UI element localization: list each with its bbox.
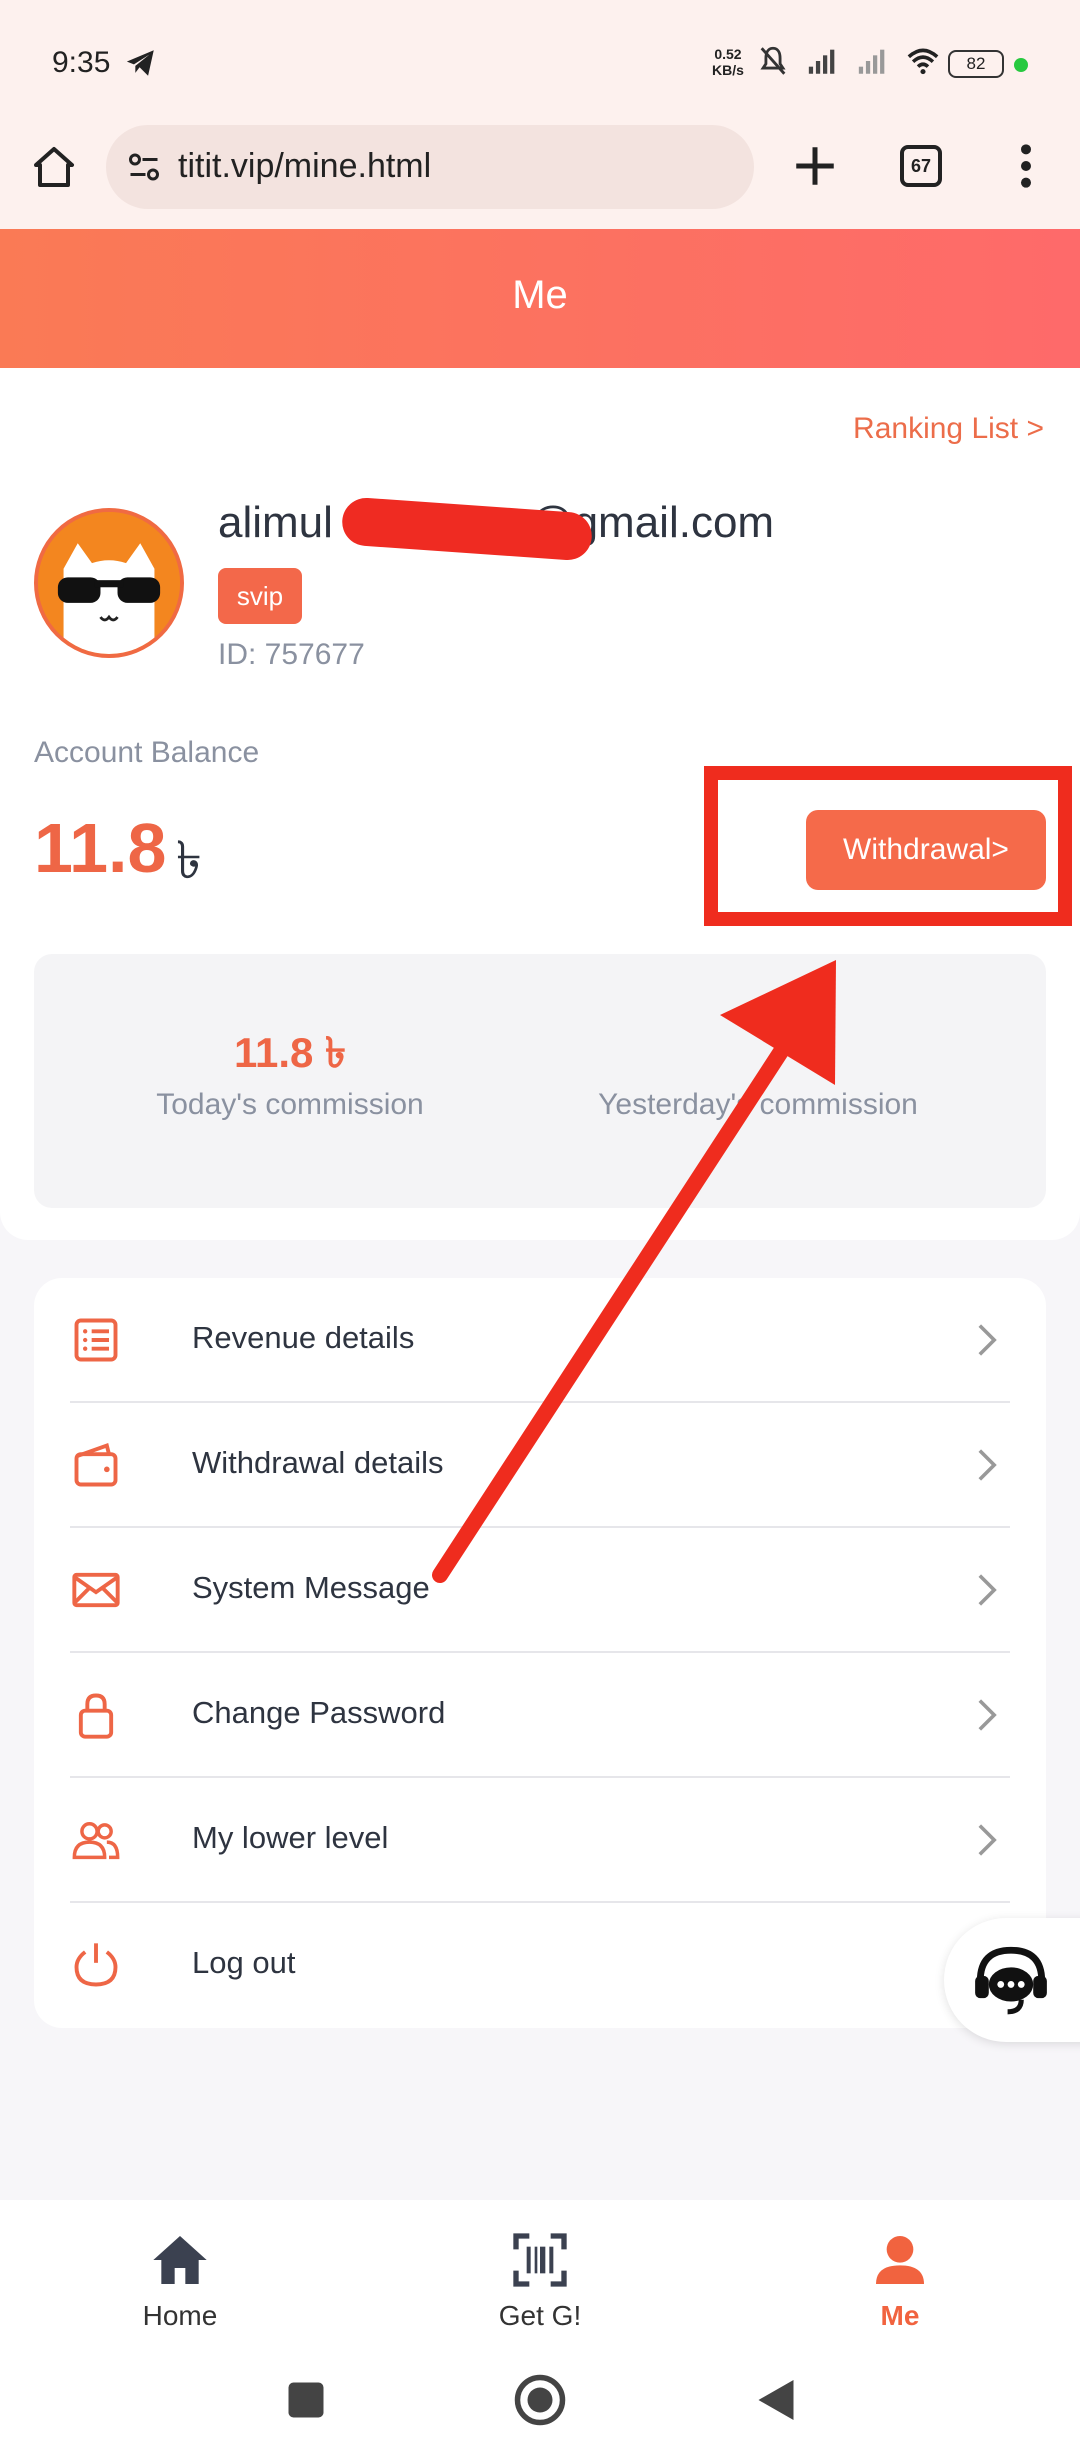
nav-label: Me bbox=[880, 2300, 920, 2331]
wallet-icon bbox=[74, 1442, 118, 1487]
user-id: ID: 757677 bbox=[218, 638, 365, 671]
today-commission-value: 11.8 ৳ bbox=[233, 1029, 346, 1076]
system-home-icon[interactable] bbox=[510, 2370, 570, 2430]
system-navigation-bar bbox=[0, 2340, 1080, 2460]
yesterday-commission: Yesterday's commission bbox=[518, 1020, 998, 1122]
signal-icon bbox=[808, 49, 835, 74]
mute-icon bbox=[760, 46, 786, 75]
users-icon bbox=[72, 1822, 120, 1860]
menu-item-label: Revenue details bbox=[192, 1320, 415, 1355]
menu-item-change-password[interactable]: Change Password bbox=[70, 1653, 1010, 1778]
person-icon bbox=[876, 2236, 924, 2284]
menu-item-label: Log out bbox=[192, 1945, 296, 1980]
status-time: 9:35 bbox=[52, 46, 111, 79]
menu-item-label: My lower level bbox=[192, 1820, 389, 1855]
menu-item-log-out[interactable]: Log out bbox=[70, 1903, 1010, 2028]
nav-home[interactable]: Home bbox=[80, 2228, 280, 2332]
status-bar: 9:35 0.52 KB/s 82 bbox=[0, 0, 1080, 125]
telegram-icon bbox=[126, 50, 154, 76]
mail-icon bbox=[72, 1572, 120, 1608]
yesterday-commission-label: Yesterday's commission bbox=[598, 1088, 918, 1121]
withdrawal-button[interactable]: Withdrawal> bbox=[806, 810, 1046, 890]
cat-avatar-icon bbox=[38, 512, 180, 654]
page-title: Me bbox=[512, 273, 568, 317]
recent-apps-icon[interactable] bbox=[276, 2370, 336, 2430]
menu-item-withdrawal-details[interactable]: Withdrawal details bbox=[70, 1403, 1010, 1528]
scan-icon bbox=[513, 2233, 567, 2287]
avatar[interactable] bbox=[34, 508, 184, 658]
chevron-right-icon bbox=[978, 1449, 997, 1481]
chevron-right-icon bbox=[978, 1824, 997, 1856]
menu-item-label: Change Password bbox=[192, 1695, 446, 1730]
chevron-right-icon bbox=[978, 1699, 997, 1731]
balance-currency: ৳ bbox=[176, 832, 202, 890]
url-text[interactable]: titit.vip/mine.html bbox=[178, 147, 431, 186]
browser-toolbar: titit.vip/mine.html 67 bbox=[0, 125, 1080, 229]
nav-me[interactable]: Me bbox=[800, 2228, 1000, 2332]
network-speed: 0.52 KB/s bbox=[712, 46, 744, 78]
profile-card: Ranking List > alimul @gmail.com svip ID:… bbox=[0, 368, 1080, 1240]
menu-item-my-lower-level[interactable]: My lower level bbox=[70, 1778, 1010, 1903]
commission-summary: 11.8 ৳ Today's commission Yesterday's co… bbox=[34, 954, 1046, 1208]
site-settings-icon[interactable] bbox=[126, 149, 162, 185]
menu-item-system-message[interactable]: System Message bbox=[70, 1528, 1010, 1653]
menu-item-revenue-details[interactable]: Revenue details bbox=[70, 1278, 1010, 1403]
address-bar[interactable]: titit.vip/mine.html bbox=[106, 125, 754, 209]
today-commission-label: Today's commission bbox=[156, 1088, 424, 1121]
charging-dot bbox=[1014, 58, 1028, 72]
back-icon[interactable] bbox=[746, 2370, 806, 2430]
today-commission: 11.8 ৳ Today's commission bbox=[50, 1020, 530, 1122]
page-header: Me bbox=[0, 229, 1080, 368]
lock-icon bbox=[78, 1693, 114, 1739]
vip-badge: svip bbox=[218, 568, 302, 624]
status-icons bbox=[755, 44, 941, 78]
battery-indicator: 82 bbox=[948, 50, 1004, 78]
new-tab-icon[interactable] bbox=[790, 141, 840, 191]
bottom-navigation: Home Get G! Me bbox=[0, 2200, 1080, 2340]
browser-home-icon[interactable] bbox=[30, 143, 78, 191]
chevron-right-icon bbox=[978, 1324, 997, 1356]
more-menu-icon[interactable] bbox=[1010, 141, 1042, 191]
nav-label: Home bbox=[142, 2300, 218, 2331]
tab-switcher-button[interactable]: 67 bbox=[900, 145, 942, 187]
power-icon bbox=[74, 1943, 118, 1987]
list-icon bbox=[74, 1318, 118, 1362]
menu-item-label: System Message bbox=[192, 1570, 430, 1605]
signal-icon-2 bbox=[858, 49, 885, 74]
chevron-right-icon bbox=[978, 1574, 997, 1606]
menu-card: Revenue details Withdrawal details Syste… bbox=[34, 1278, 1046, 2028]
customer-support-button[interactable] bbox=[944, 1918, 1080, 2042]
home-icon bbox=[153, 2236, 207, 2284]
wifi-icon bbox=[907, 48, 939, 75]
ranking-list-link[interactable]: Ranking List > bbox=[853, 412, 1044, 446]
balance-label: Account Balance bbox=[34, 736, 260, 769]
yesterday-commission-value bbox=[518, 1020, 998, 1074]
nav-get-g[interactable]: Get G! bbox=[440, 2228, 640, 2332]
balance-value: 11.8 bbox=[34, 809, 167, 887]
nav-label: Get G! bbox=[498, 2300, 582, 2331]
menu-item-label: Withdrawal details bbox=[192, 1445, 444, 1480]
support-chat-icon bbox=[975, 1946, 1047, 2015]
